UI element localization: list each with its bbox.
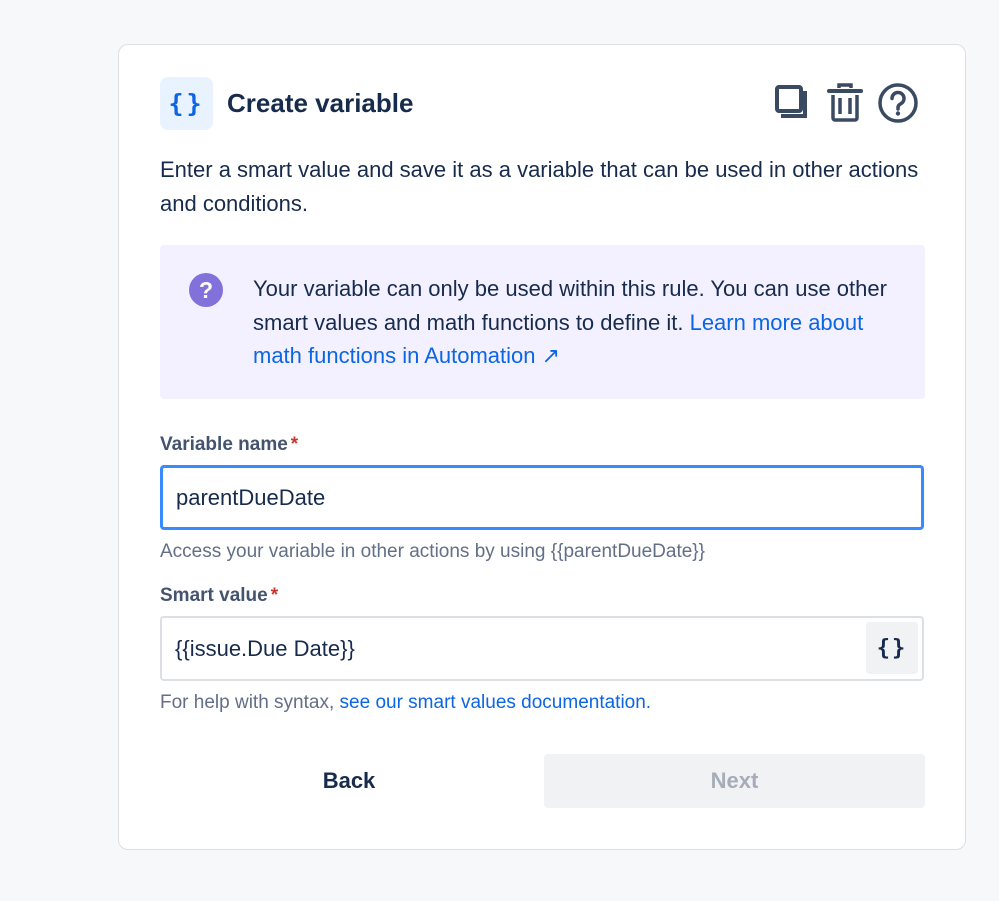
create-variable-panel: {} Create variable Enter a smart value a… xyxy=(118,44,966,850)
smart-value-helper-text: For help with syntax, xyxy=(160,692,340,713)
smart-value-value: {{issue.Due Date}} xyxy=(175,635,355,661)
smart-value-label: Smart value * xyxy=(160,585,278,607)
insert-smart-value-button[interactable]: {} xyxy=(866,622,918,674)
required-indicator: * xyxy=(270,585,279,606)
next-button[interactable]: Next xyxy=(544,754,925,808)
panel-header: {} Create variable xyxy=(160,76,919,130)
trash-icon[interactable] xyxy=(827,83,863,123)
curly-braces-icon: {} xyxy=(160,76,213,130)
back-button[interactable]: Back xyxy=(160,754,538,808)
variable-name-label-text: Variable name xyxy=(160,434,288,455)
smart-value-helper: For help with syntax, see our smart valu… xyxy=(160,692,651,714)
smart-value-input[interactable]: {{issue.Due Date}} {} xyxy=(160,616,924,681)
panel-description: Enter a smart value and save it as a var… xyxy=(160,157,919,216)
smart-values-docs-link[interactable]: see our smart values documentation. xyxy=(340,692,652,713)
info-message: ? Your variable can only be used within … xyxy=(160,245,925,399)
info-text: Your variable can only be used within th… xyxy=(253,272,903,373)
variable-name-input[interactable]: parentDueDate xyxy=(160,465,924,530)
panel-title: Create variable xyxy=(227,87,414,118)
required-indicator: * xyxy=(290,434,299,455)
external-link-icon: ↗ xyxy=(541,343,561,368)
variable-name-helper: Access your variable in other actions by… xyxy=(160,541,705,562)
variable-name-label: Variable name * xyxy=(160,434,298,456)
help-icon[interactable] xyxy=(877,82,919,124)
question-circle-icon: ? xyxy=(189,273,223,307)
variable-name-value: parentDueDate xyxy=(176,484,326,510)
header-actions xyxy=(775,82,919,124)
copy-icon[interactable] xyxy=(775,84,813,122)
smart-value-label-text: Smart value xyxy=(160,585,268,606)
